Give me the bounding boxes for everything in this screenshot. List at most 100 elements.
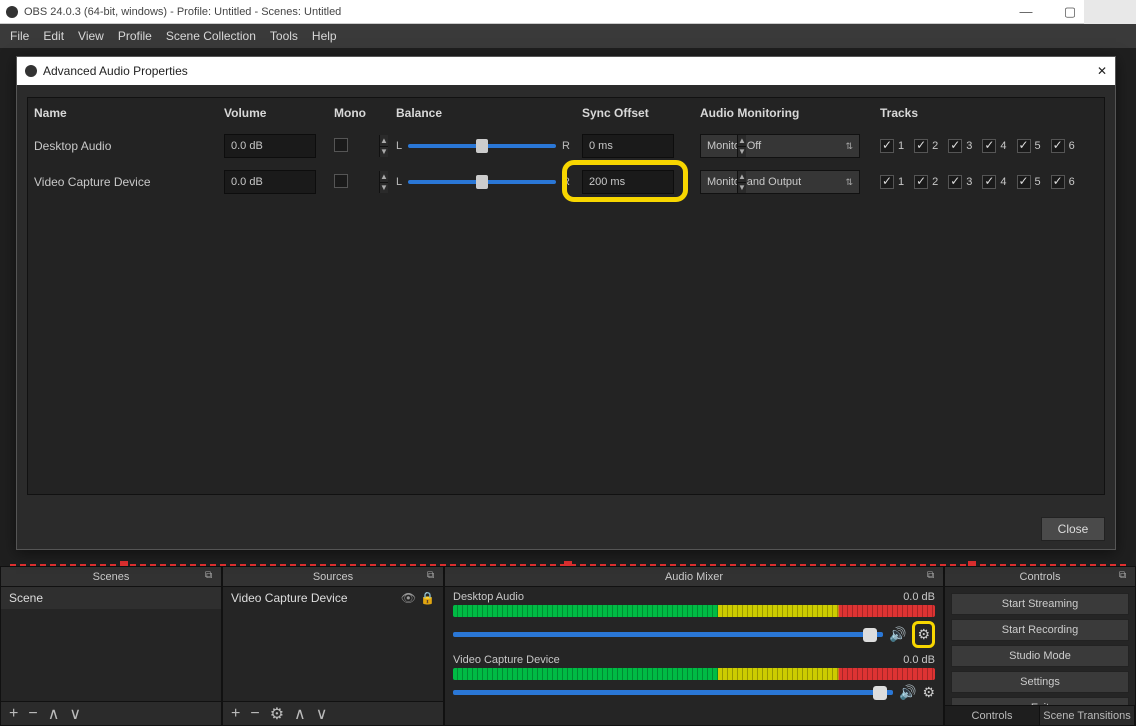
popout-icon[interactable]: ⧉	[427, 570, 439, 582]
track-label: 5	[1035, 176, 1041, 188]
track-label: 6	[1069, 140, 1075, 152]
level-meter	[453, 668, 935, 680]
track-label: 5	[1035, 140, 1041, 152]
exit-button[interactable]: Exit	[951, 697, 1129, 705]
sync-offset-field[interactable]	[583, 135, 737, 157]
track-checkbox[interactable]	[1017, 175, 1031, 189]
menu-edit[interactable]: Edit	[43, 29, 64, 43]
obs-logo-icon	[25, 65, 37, 77]
menu-scene-collection[interactable]: Scene Collection	[166, 29, 256, 43]
dialog-title: Advanced Audio Properties	[43, 64, 188, 78]
volume-field[interactable]	[225, 171, 379, 193]
spin-down-icon[interactable]: ▼	[379, 147, 388, 158]
menu-file[interactable]: File	[10, 29, 29, 43]
spin-up-icon[interactable]: ▲	[737, 171, 746, 183]
track-label: 2	[932, 176, 938, 188]
speaker-icon[interactable]: 🔊	[899, 684, 916, 701]
strip-name: Video Capture Device	[453, 654, 560, 666]
sync-offset-field[interactable]	[583, 171, 737, 193]
spin-up-icon[interactable]: ▲	[737, 135, 746, 147]
source-settings-button[interactable]: ⚙	[270, 704, 284, 724]
popout-icon[interactable]: ⧉	[927, 570, 939, 582]
spin-down-icon[interactable]: ▼	[737, 183, 746, 194]
minimize-button[interactable]: —	[1004, 0, 1048, 24]
volume-slider[interactable]	[453, 632, 883, 637]
track-checkbox[interactable]	[880, 175, 894, 189]
track-checkbox[interactable]	[914, 175, 928, 189]
menu-tools[interactable]: Tools	[270, 29, 298, 43]
track-checkbox[interactable]	[982, 175, 996, 189]
gear-icon[interactable]: ⚙	[922, 684, 935, 700]
track-label: 6	[1069, 176, 1075, 188]
track-label: 3	[966, 140, 972, 152]
source-up-button[interactable]: ∧	[294, 704, 306, 724]
controls-title: Controls	[1020, 571, 1061, 583]
row-name: Video Capture Device	[28, 164, 218, 200]
popout-icon[interactable]: ⧉	[1119, 570, 1131, 582]
mixer-strip: Desktop Audio0.0 dB🔊⚙	[445, 587, 943, 650]
track-checkbox[interactable]	[880, 139, 894, 153]
track-checkbox[interactable]	[914, 139, 928, 153]
popout-icon[interactable]: ⧉	[205, 570, 217, 582]
source-down-button[interactable]: ∨	[316, 704, 328, 724]
close-button[interactable]: Close	[1041, 517, 1105, 541]
add-scene-button[interactable]: +	[9, 705, 18, 723]
scenes-panel: Scenes⧉ Scene + − ∧ ∨	[0, 566, 222, 726]
menu-view[interactable]: View	[78, 29, 104, 43]
menu-help[interactable]: Help	[312, 29, 337, 43]
menu-profile[interactable]: Profile	[118, 29, 152, 43]
mono-checkbox[interactable]	[334, 174, 348, 188]
header-mono: Mono	[328, 98, 390, 128]
source-item[interactable]: Video Capture Device 👁 🔒	[223, 587, 443, 609]
volume-slider[interactable]	[453, 690, 893, 695]
track-checkbox[interactable]	[948, 175, 962, 189]
track-label: 4	[1000, 140, 1006, 152]
mixer-title: Audio Mixer	[665, 571, 723, 583]
scene-up-button[interactable]: ∧	[48, 704, 60, 724]
lock-icon[interactable]: 🔒	[420, 591, 435, 605]
studio-mode-button[interactable]: Studio Mode	[951, 645, 1129, 667]
obs-logo-icon	[6, 6, 18, 18]
remove-scene-button[interactable]: −	[28, 705, 37, 723]
track-checkbox[interactable]	[1051, 139, 1065, 153]
settings-button[interactable]: Settings	[951, 671, 1129, 693]
balance-slider[interactable]: LR	[396, 140, 570, 152]
chevron-updown-icon: ⇅	[845, 141, 853, 152]
spin-up-icon[interactable]: ▲	[379, 171, 388, 183]
sync-offset-input[interactable]: ▲▼	[582, 170, 674, 194]
sync-offset-input[interactable]: ▲▼	[582, 134, 674, 158]
gear-icon[interactable]: ⚙	[917, 626, 930, 642]
header-monitoring: Audio Monitoring	[694, 98, 874, 128]
track-checkbox[interactable]	[1017, 139, 1031, 153]
spin-down-icon[interactable]: ▼	[379, 183, 388, 194]
header-sync: Sync Offset	[576, 98, 694, 128]
balance-right-label: R	[562, 176, 570, 188]
add-source-button[interactable]: +	[231, 705, 240, 723]
spin-down-icon[interactable]: ▼	[737, 147, 746, 158]
scene-item[interactable]: Scene	[1, 587, 221, 609]
tab-scene-transitions[interactable]: Scene Transitions	[1040, 706, 1135, 725]
track-checkbox[interactable]	[982, 139, 996, 153]
track-checkbox[interactable]	[1051, 175, 1065, 189]
eye-icon[interactable]: 👁	[401, 591, 416, 605]
volume-input[interactable]: ▲▼	[224, 134, 316, 158]
scene-down-button[interactable]: ∨	[69, 704, 81, 724]
tab-controls[interactable]: Controls	[945, 706, 1040, 725]
strip-name: Desktop Audio	[453, 591, 524, 603]
spin-up-icon[interactable]: ▲	[379, 135, 388, 147]
dialog-close-x[interactable]: ✕	[1097, 64, 1107, 78]
volume-field[interactable]	[225, 135, 379, 157]
balance-left-label: L	[396, 140, 402, 152]
header-row: Name Volume Mono Balance Sync Offset Aud…	[28, 98, 1104, 128]
start-recording-button[interactable]: Start Recording	[951, 619, 1129, 641]
mono-checkbox[interactable]	[334, 138, 348, 152]
start-streaming-button[interactable]: Start Streaming	[951, 593, 1129, 615]
balance-slider[interactable]: LR	[396, 176, 570, 188]
dialog-titlebar[interactable]: Advanced Audio Properties ✕	[17, 57, 1115, 85]
remove-source-button[interactable]: −	[250, 705, 259, 723]
window-title: OBS 24.0.3 (64-bit, windows) - Profile: …	[24, 6, 341, 18]
track-checkbox[interactable]	[948, 139, 962, 153]
header-balance: Balance	[390, 98, 576, 128]
speaker-icon[interactable]: 🔊	[889, 626, 906, 643]
volume-input[interactable]: ▲▼	[224, 170, 316, 194]
